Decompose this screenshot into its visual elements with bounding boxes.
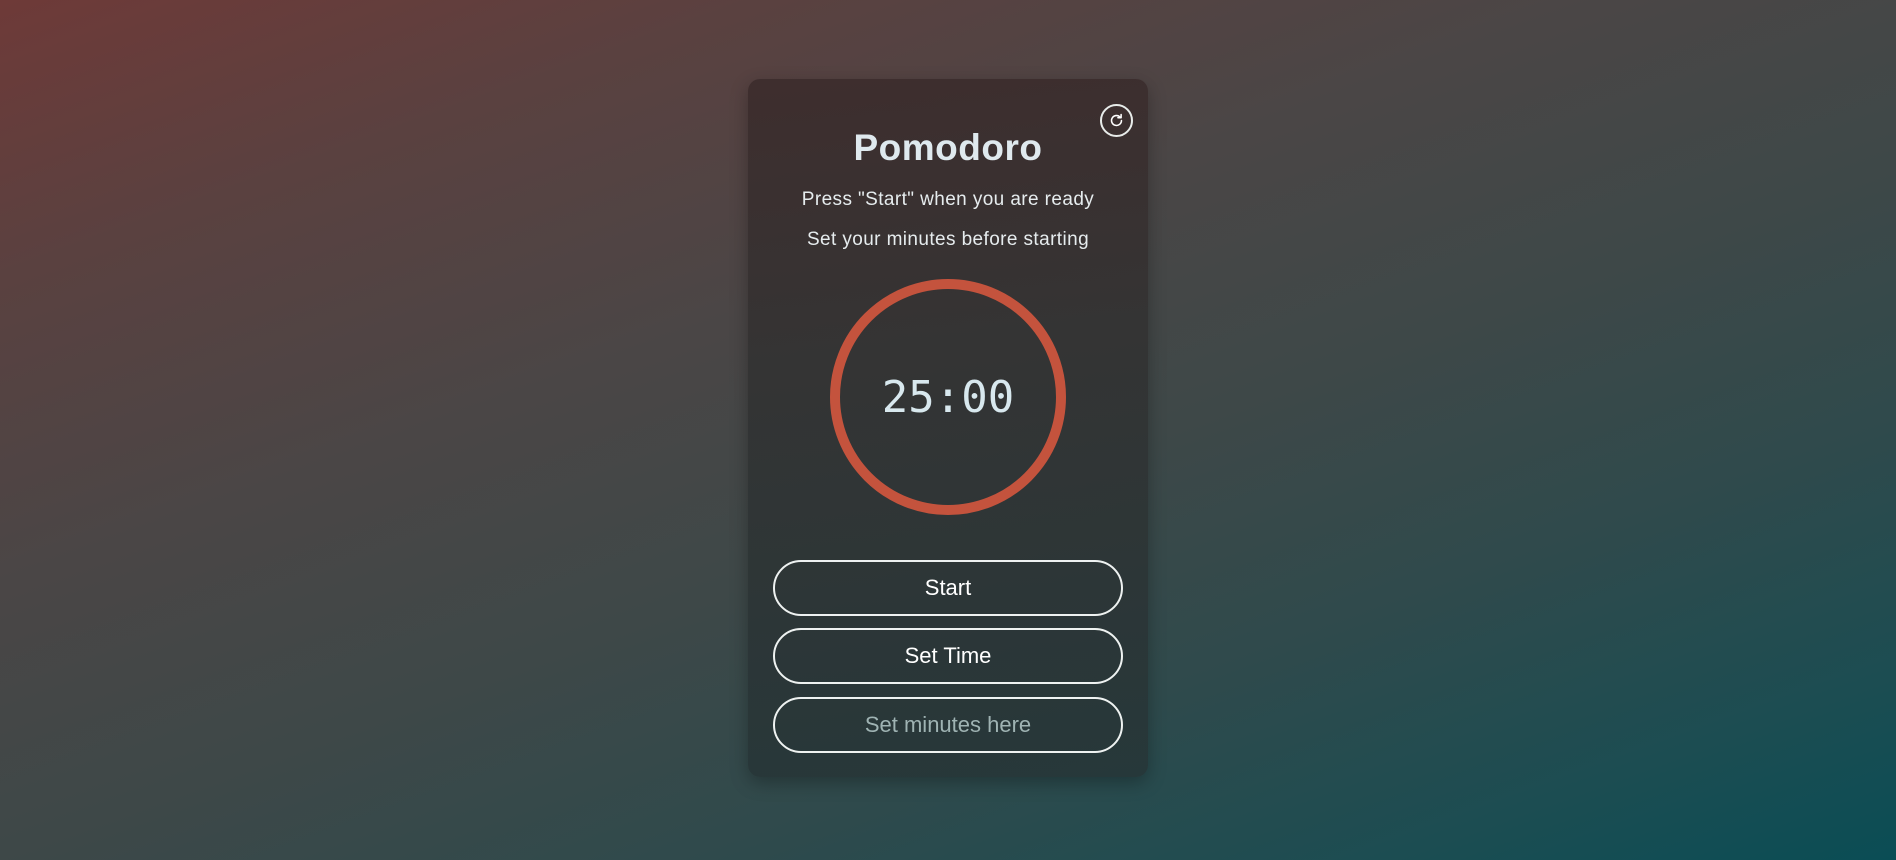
- set-time-button[interactable]: Set Time: [773, 628, 1123, 684]
- timer-display: 25:00: [828, 277, 1068, 517]
- minutes-input[interactable]: [773, 697, 1123, 753]
- start-button[interactable]: Start: [773, 560, 1123, 616]
- page-title: Pomodoro: [853, 127, 1043, 168]
- pomodoro-card: Pomodoro Press "Start" when you are read…: [748, 79, 1148, 777]
- timer-countdown: 25:00: [881, 371, 1015, 423]
- instruction-set-minutes: Set your minutes before starting: [806, 229, 1090, 250]
- instruction-start: Press "Start" when you are ready: [801, 189, 1095, 210]
